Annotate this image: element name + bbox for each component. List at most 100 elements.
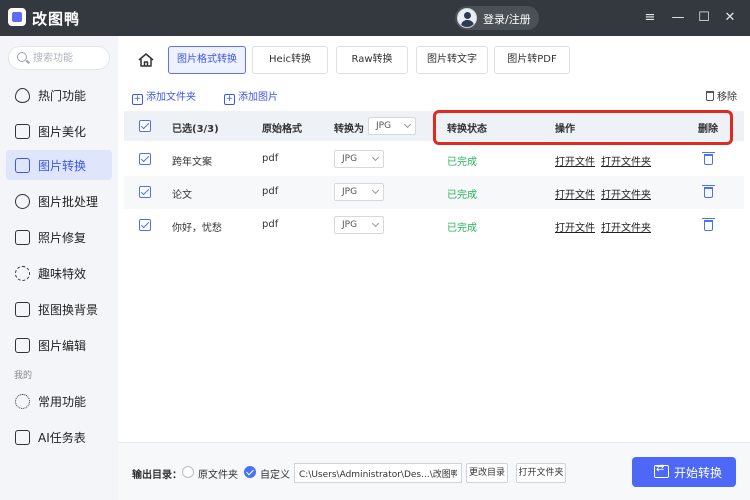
open-folder-link[interactable]: 打开文件夹 bbox=[601, 186, 651, 201]
add-image-button[interactable]: + 添加图片 bbox=[224, 88, 278, 105]
login-label: 登录/注册 bbox=[483, 13, 531, 26]
target-format-select[interactable]: JPG bbox=[334, 183, 384, 201]
tab-image-to-text[interactable]: 图片转文字 bbox=[416, 46, 488, 74]
annotation-highlight-box bbox=[433, 110, 733, 145]
sidebar-item-cutout[interactable]: 抠图换背景 bbox=[6, 294, 112, 324]
cutout-icon bbox=[15, 302, 30, 317]
start-convert-label: 开始转换 bbox=[674, 466, 723, 480]
effects-icon bbox=[15, 266, 30, 281]
login-button[interactable]: 登录/注册 bbox=[455, 6, 539, 30]
delete-icon[interactable] bbox=[702, 218, 715, 231]
header-original-format: 原始格式 bbox=[262, 124, 302, 135]
sidebar-item-effects[interactable]: 趣味特效 bbox=[6, 258, 112, 288]
chevron-down-icon bbox=[371, 186, 380, 195]
ai-task-icon bbox=[15, 430, 30, 445]
header-convert-to: 转换为 bbox=[334, 124, 364, 135]
menu-icon[interactable]: ≡ bbox=[640, 8, 660, 28]
status-text: 已完成 bbox=[447, 157, 477, 168]
chevron-down-icon bbox=[403, 120, 412, 129]
remove-button[interactable]: 移除 bbox=[706, 88, 737, 103]
target-format-value: JPG bbox=[342, 154, 358, 164]
table-row: 跨年文案 pdf JPG 已完成 打开文件 打开文件夹 bbox=[124, 143, 744, 176]
sidebar-item-label: 抠图换背景 bbox=[38, 303, 99, 317]
sidebar-item-convert[interactable]: 图片转换 bbox=[6, 150, 112, 180]
chevron-down-icon bbox=[371, 219, 380, 228]
open-file-link[interactable]: 打开文件 bbox=[555, 153, 595, 168]
main-panel: 图片格式转换 Heic转换 Raw转换 图片转文字 图片转PDF + 添加文件夹 … bbox=[118, 36, 750, 500]
tab-heic[interactable]: Heic转换 bbox=[252, 46, 328, 74]
radio-original-folder[interactable] bbox=[182, 466, 194, 478]
add-folder-icon: + bbox=[132, 94, 143, 105]
sidebar-item-repair[interactable]: 照片修复 bbox=[6, 222, 112, 252]
remove-label: 移除 bbox=[717, 92, 737, 103]
tab-format-convert[interactable]: 图片格式转换 bbox=[168, 46, 246, 74]
row-checkbox[interactable] bbox=[139, 153, 151, 165]
sidebar-item-label: 常用功能 bbox=[38, 395, 87, 409]
output-path-field[interactable] bbox=[294, 463, 462, 483]
chevron-down-icon bbox=[371, 153, 380, 162]
file-name: 论文 bbox=[172, 190, 192, 201]
minimize-icon[interactable]: — bbox=[668, 8, 688, 28]
footer-bar: 输出目录： 原文件夹 自定义 更改目录 打开文件夹 开始转换 bbox=[118, 442, 750, 500]
status-text: 已完成 bbox=[447, 223, 477, 234]
sidebar-item-label: AI任务表 bbox=[38, 431, 86, 445]
start-convert-button[interactable]: 开始转换 bbox=[632, 457, 736, 487]
delete-icon[interactable] bbox=[702, 185, 715, 198]
section-label-my: 我的 bbox=[14, 371, 33, 381]
file-name: 跨年文案 bbox=[172, 157, 212, 168]
convert-to-all-select[interactable]: JPG bbox=[368, 117, 416, 135]
add-image-icon: + bbox=[224, 94, 235, 105]
open-file-link[interactable]: 打开文件 bbox=[555, 186, 595, 201]
photo-repair-icon bbox=[15, 230, 30, 245]
search-icon bbox=[17, 52, 27, 62]
tab-raw[interactable]: Raw转换 bbox=[336, 46, 408, 74]
convert-icon bbox=[654, 463, 669, 478]
radio-custom[interactable] bbox=[244, 466, 256, 478]
open-folder-link[interactable]: 打开文件夹 bbox=[601, 153, 651, 168]
target-format-value: JPG bbox=[342, 187, 358, 197]
sidebar-item-common[interactable]: 常用功能 bbox=[6, 386, 112, 416]
sidebar-item-ai-tasks[interactable]: AI任务表 bbox=[6, 422, 112, 452]
radio-custom-label: 自定义 bbox=[260, 470, 290, 481]
image-convert-icon bbox=[15, 158, 30, 173]
sidebar-item-label: 图片美化 bbox=[38, 125, 87, 139]
add-folder-label: 添加文件夹 bbox=[146, 92, 196, 103]
delete-icon[interactable] bbox=[702, 152, 715, 165]
table-row: 你好，忧愁 pdf JPG 已完成 打开文件 打开文件夹 bbox=[124, 209, 744, 242]
change-dir-button[interactable]: 更改目录 bbox=[466, 463, 508, 483]
sidebar-item-beautify[interactable]: 图片美化 bbox=[6, 116, 112, 146]
sidebar-item-batch[interactable]: 图片批处理 bbox=[6, 186, 112, 216]
sidebar: 热门功能 图片美化 图片转换 图片批处理 照片修复 趣味特效 抠图换背景 图片编… bbox=[0, 36, 118, 500]
add-folder-button[interactable]: + 添加文件夹 bbox=[132, 88, 196, 105]
title-bar: 改图鸭 登录/注册 ≡ — ☐ ✕ bbox=[0, 0, 750, 36]
batch-icon bbox=[15, 194, 30, 209]
sidebar-item-label: 图片编辑 bbox=[38, 339, 87, 353]
fire-icon bbox=[15, 88, 30, 103]
grid-icon bbox=[15, 394, 30, 409]
select-all-checkbox[interactable] bbox=[139, 120, 151, 132]
home-icon[interactable] bbox=[138, 53, 154, 67]
sidebar-item-hot[interactable]: 热门功能 bbox=[6, 80, 112, 110]
maximize-icon[interactable]: ☐ bbox=[694, 8, 714, 28]
sidebar-item-label: 图片批处理 bbox=[38, 195, 99, 209]
row-checkbox[interactable] bbox=[139, 186, 151, 198]
target-format-select[interactable]: JPG bbox=[334, 150, 384, 168]
image-beautify-icon bbox=[15, 124, 30, 139]
open-folder-link[interactable]: 打开文件夹 bbox=[601, 219, 651, 234]
sidebar-item-label: 照片修复 bbox=[38, 231, 87, 245]
radio-original-label: 原文件夹 bbox=[198, 470, 238, 481]
header-selected: 已选(3/3) bbox=[172, 124, 219, 135]
table-row: 论文 pdf JPG 已完成 打开文件 打开文件夹 bbox=[124, 176, 744, 209]
close-icon[interactable]: ✕ bbox=[720, 8, 740, 28]
row-checkbox[interactable] bbox=[139, 219, 151, 231]
add-image-label: 添加图片 bbox=[238, 92, 278, 103]
open-folder-button[interactable]: 打开文件夹 bbox=[516, 463, 566, 483]
sidebar-item-edit[interactable]: 图片编辑 bbox=[6, 330, 112, 360]
app-logo-icon bbox=[8, 8, 26, 26]
search-input[interactable] bbox=[33, 51, 105, 66]
target-format-select[interactable]: JPG bbox=[334, 216, 384, 234]
open-file-link[interactable]: 打开文件 bbox=[555, 219, 595, 234]
file-format: pdf bbox=[262, 153, 279, 164]
search-box[interactable] bbox=[8, 46, 110, 70]
tab-image-to-pdf[interactable]: 图片转PDF bbox=[494, 46, 570, 74]
